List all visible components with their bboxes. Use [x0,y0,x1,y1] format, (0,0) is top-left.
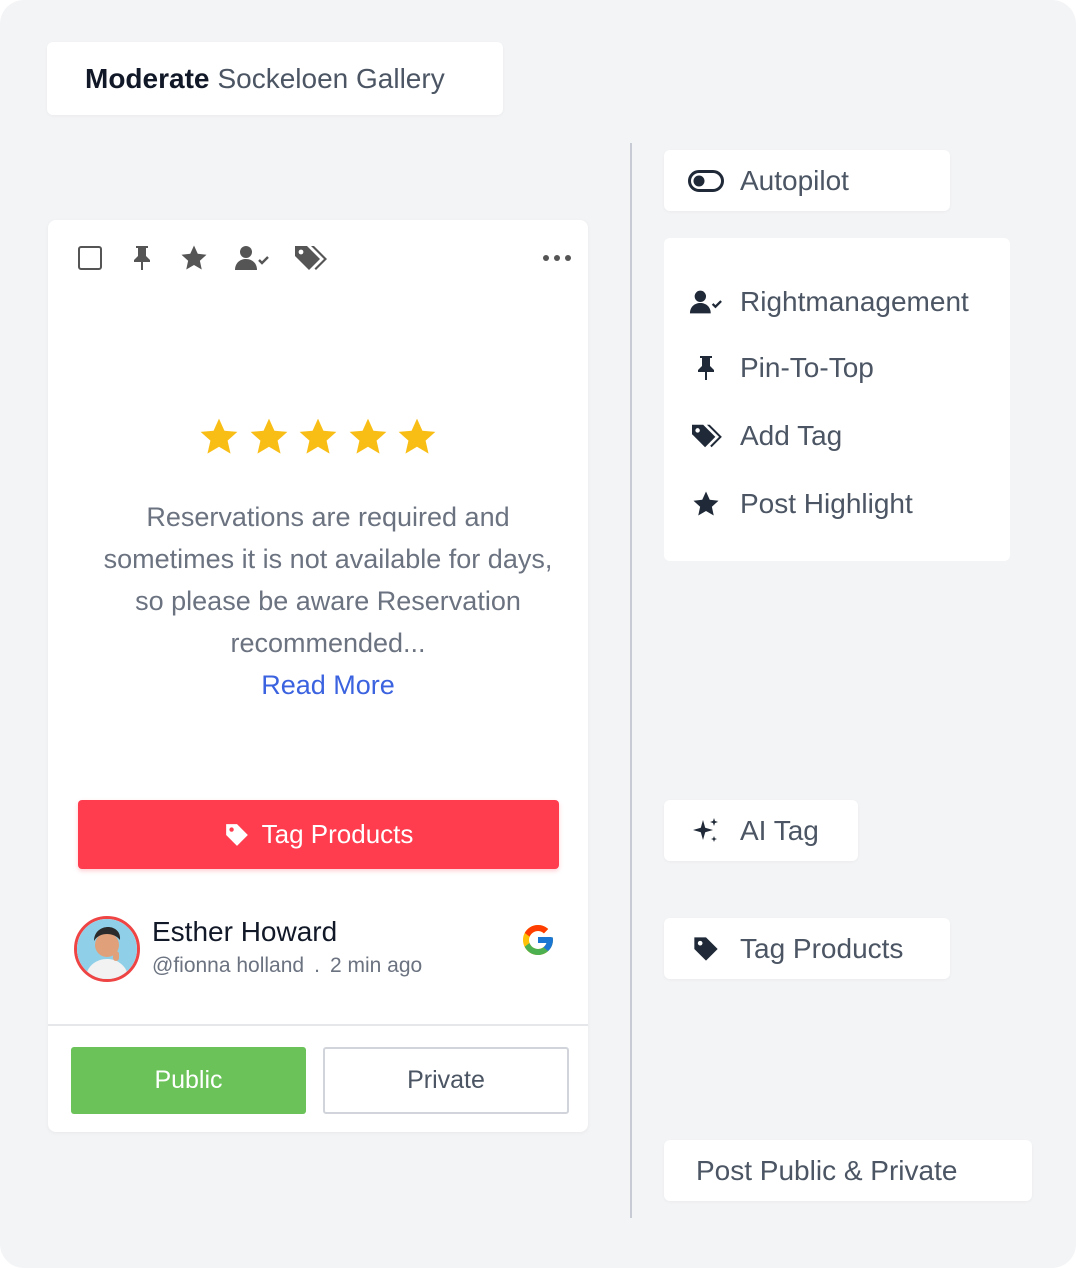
author-handle: @fionna holland [152,954,305,977]
pin-icon[interactable] [126,242,158,274]
public-button[interactable]: Public [71,1047,306,1114]
rating-stars [198,416,438,466]
menu-item-post-highlight[interactable]: Post Highlight [688,484,913,524]
tag-icon [688,931,724,967]
tag-products-button[interactable]: Tag Products [78,800,559,869]
autopilot-pill[interactable]: Autopilot [664,150,950,211]
post-public-private-pill[interactable]: Post Public & Private [664,1140,1032,1201]
rating-star-icon [398,418,436,454]
divider [630,143,632,1218]
google-icon [523,925,553,955]
star-icon [688,486,724,522]
menu-item-rightmanagement[interactable]: Rightmanagement [688,282,969,322]
private-button[interactable]: Private [323,1047,569,1114]
tags-icon[interactable] [292,242,328,274]
select-checkbox[interactable] [78,246,102,270]
ai-tag-pill[interactable]: AI Tag [664,800,858,861]
read-more-link[interactable]: Read More [88,664,568,706]
tag-products-pill[interactable]: Tag Products [664,918,950,979]
more-icon[interactable] [540,242,574,274]
rating-star-icon [299,418,337,454]
star-icon[interactable] [178,242,210,274]
menu-item-label: Pin-To-Top [740,352,874,383]
pin-icon [688,350,724,386]
tag-products-pill-label: Tag Products [740,932,904,964]
rating-star-icon [200,418,238,454]
menu-item-label: Rightmanagement [740,286,969,317]
author-meta: @fionna holland. 2 min ago [152,954,422,978]
review-card: Reservations are required and sometimes … [48,220,588,1132]
user-check-icon[interactable] [234,242,270,274]
post-time: 2 min ago [329,954,423,977]
post-public-private-label: Post Public & Private [696,1154,958,1186]
moderation-menu: Rightmanagement Pin-To-Top Add Tag Post … [664,238,1010,561]
autopilot-label: Autopilot [740,164,849,196]
meta-separator: . [314,954,320,977]
menu-item-label: Add Tag [740,420,843,451]
author-name: Esther Howard [152,916,338,947]
review-text: Reservations are required and sometimes … [103,502,553,658]
user-check-icon [688,284,724,320]
tag-products-label: Tag Products [261,819,414,849]
tag-icon [225,823,248,846]
canvas: Moderate Sockeloen Gallery Reservations … [0,0,1076,1268]
title-rest: Sockeloen Gallery [217,62,445,94]
menu-item-pin-to-top[interactable]: Pin-To-Top [688,348,874,388]
avatar[interactable] [74,916,140,982]
page-title: Moderate Sockeloen Gallery [47,42,503,115]
card-divider [48,1024,588,1026]
card-toolbar [48,220,588,300]
rating-star-icon [250,418,287,454]
menu-item-add-tag[interactable]: Add Tag [688,416,842,456]
sparkles-icon [688,813,724,849]
ai-tag-label: AI Tag [740,814,819,846]
toggle-icon [688,163,724,199]
author-row: Esther Howard @fionna holland. 2 min ago [74,916,564,986]
menu-item-label: Post Highlight [740,488,913,519]
rating-star-icon [349,418,386,454]
title-bold: Moderate [85,62,210,94]
tags-icon [688,418,724,454]
